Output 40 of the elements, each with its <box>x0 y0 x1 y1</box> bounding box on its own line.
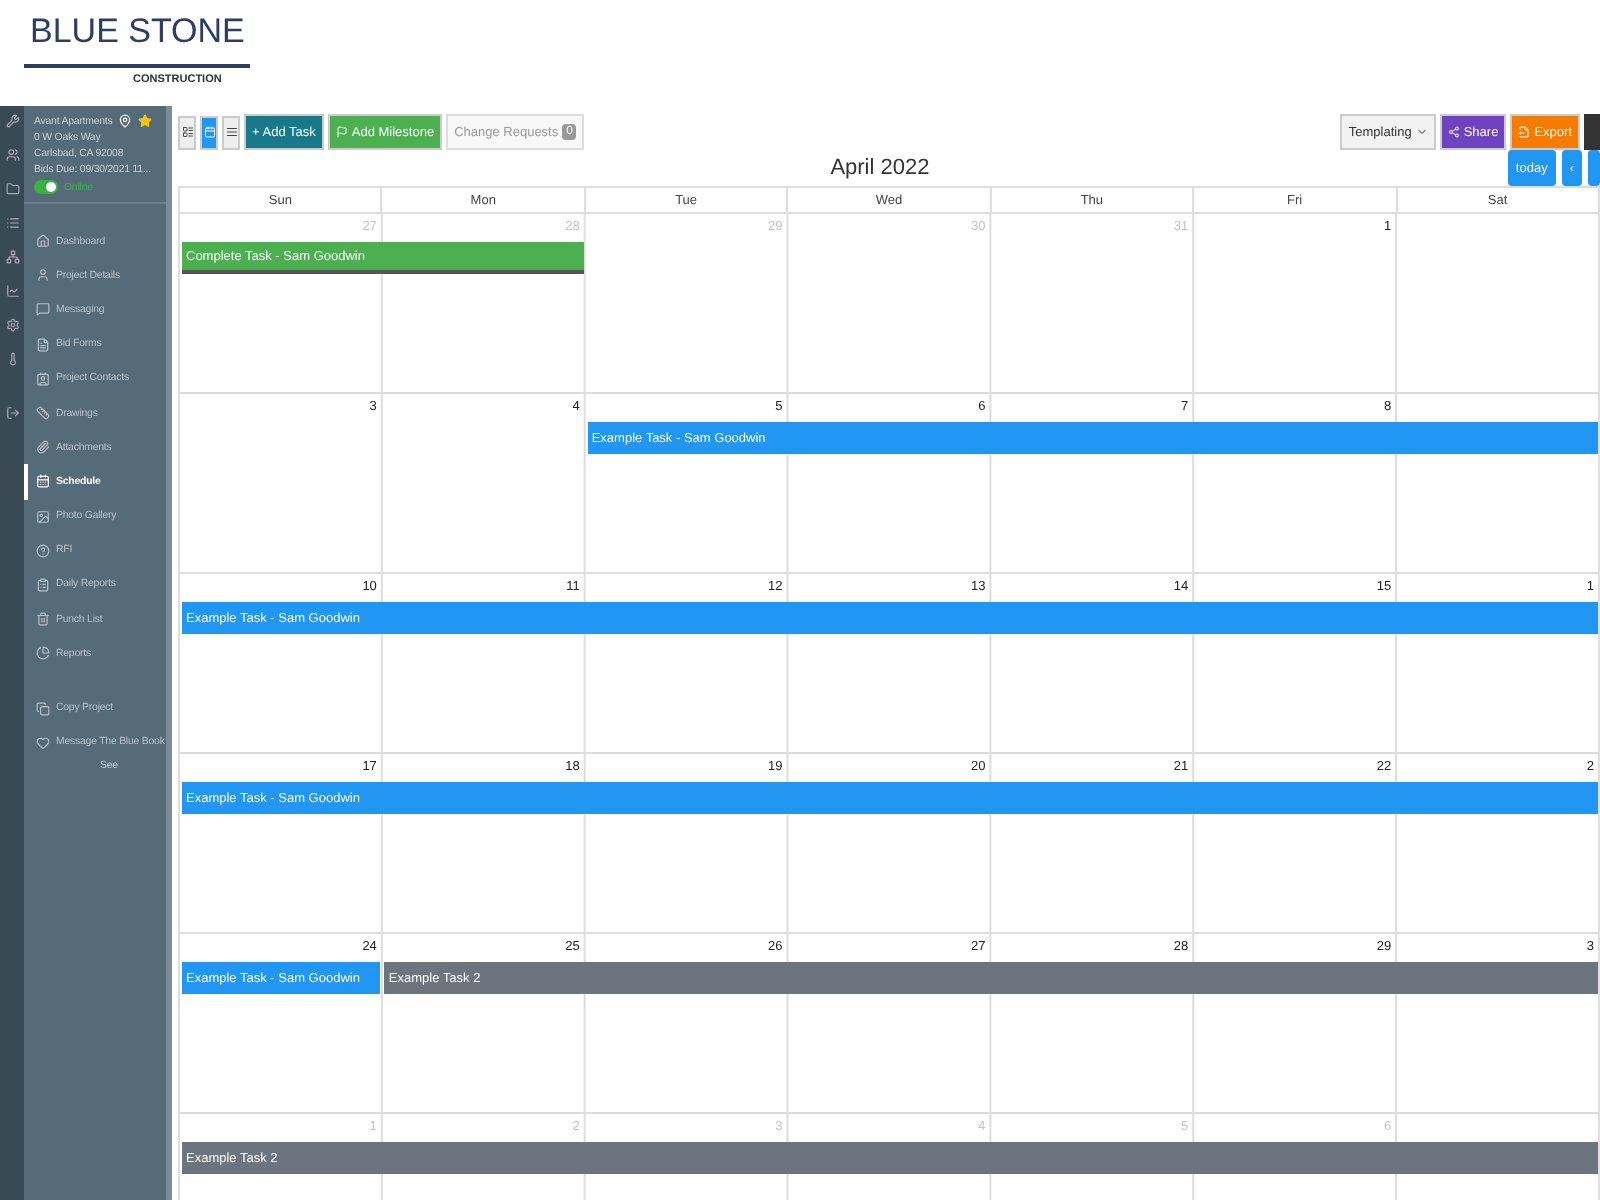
nav-icon <box>36 371 50 386</box>
month-title: April 2022 <box>830 156 930 180</box>
share-icon <box>1447 126 1460 138</box>
nav-icon <box>36 406 50 421</box>
rail-icon[interactable] <box>5 250 19 264</box>
nav-icon <box>36 474 50 489</box>
rail-icon[interactable] <box>5 406 19 420</box>
status-toggle[interactable] <box>34 180 58 194</box>
rail-icon[interactable] <box>5 148 19 162</box>
next-button[interactable] <box>1588 150 1600 186</box>
export-icon <box>1518 126 1531 138</box>
nav-icon <box>36 268 50 283</box>
nav-icon <box>36 543 50 558</box>
caret-icon <box>1415 126 1428 138</box>
logo-name: BLUE STONE <box>24 0 251 68</box>
action-icon <box>36 735 50 750</box>
view-toggle[interactable] <box>178 115 196 149</box>
view-toggle[interactable] <box>200 115 218 149</box>
nav-icon <box>36 612 50 627</box>
nav-icon <box>36 509 50 524</box>
action-icon <box>36 701 50 716</box>
rail-icon[interactable] <box>5 318 19 332</box>
flag-icon <box>335 126 348 138</box>
rail-icon[interactable] <box>5 352 19 366</box>
nav-icon <box>36 337 50 352</box>
view-icon <box>181 126 193 138</box>
pin-icon[interactable] <box>118 114 133 128</box>
nav-icon <box>36 234 50 249</box>
rail-icon[interactable] <box>5 114 19 128</box>
nav-icon <box>36 440 50 455</box>
view-icon <box>203 126 215 138</box>
view-icon <box>225 126 237 138</box>
star-icon[interactable] <box>138 114 153 128</box>
nav-icon <box>36 577 50 592</box>
rail-icon[interactable] <box>5 284 19 298</box>
view-toggle[interactable] <box>222 115 240 149</box>
nav-icon <box>36 302 50 317</box>
nav-icon <box>36 646 50 661</box>
rail-icon[interactable] <box>5 216 19 230</box>
rail-icon[interactable] <box>5 182 19 196</box>
